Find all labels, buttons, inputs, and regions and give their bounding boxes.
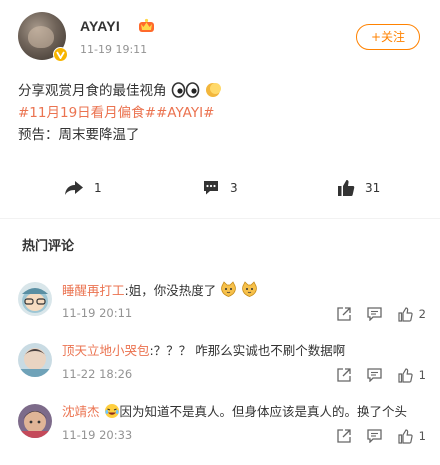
commenter-name[interactable]: 顶天立地小哭包 [62, 343, 150, 358]
post-text: 预告：周末要降温了 [18, 127, 140, 143]
laughing-emoji-icon [104, 404, 119, 418]
level-crown-icon [139, 18, 154, 32]
comment-button[interactable]: 3 [202, 175, 238, 201]
action-bar: 1 3 31 [0, 175, 440, 201]
comment-actions: 2 [321, 305, 426, 323]
comment-actions: 1 [321, 366, 426, 384]
comment-item: 顶天立地小哭包:？？？ 咋那么实诚也不刷个数据啊 11-22 18:26 1 [0, 341, 440, 401]
like-icon [398, 428, 413, 444]
cat-emoji-icon [242, 281, 257, 297]
topic-link[interactable]: #11月19日看月偏食##AYAYI# [18, 102, 422, 124]
post-time: 11-19 19:11 [80, 43, 148, 56]
comment-text: :？？？ 咋那么实诚也不刷个数据啊 [149, 343, 346, 358]
reply-button[interactable] [367, 368, 382, 382]
commenter-name[interactable]: 睡醒再打工 [62, 283, 125, 298]
repost-button[interactable]: 1 [64, 175, 102, 201]
share-icon [337, 429, 351, 443]
avatar[interactable] [18, 282, 52, 316]
like-icon [398, 367, 413, 383]
comment-like-button[interactable]: 2 [398, 306, 426, 322]
post-text: 分享观赏月食的最佳视角 [18, 83, 167, 99]
share-icon [337, 368, 351, 382]
like-icon [338, 180, 355, 196]
post-text-line: 分享观赏月食的最佳视角 [18, 80, 422, 102]
repost-icon [65, 181, 83, 195]
share-button[interactable] [337, 429, 351, 443]
comment-time: 11-22 18:26 [62, 367, 133, 381]
like-count: 31 [365, 181, 381, 195]
repost-count: 1 [94, 181, 102, 195]
like-icon [398, 306, 413, 322]
commenter-name[interactable]: 沈靖杰 [62, 404, 100, 419]
comment-like-count: 1 [418, 368, 426, 382]
comment-text: 因为知道不是真人。但身体应该是真人的。换了个头 [119, 404, 408, 419]
post-content: 分享观赏月食的最佳视角 #11月19日看月偏食##AYAYI# 预告：周末要降温… [18, 80, 422, 146]
comment-text-line: 睡醒再打工:姐，你没热度了 [62, 281, 258, 300]
vip-badge-icon [53, 47, 68, 62]
post-header: AYAYI 11-19 19:11 +关注 [18, 12, 422, 62]
cat-emoji-icon [221, 281, 237, 297]
comment-icon [367, 429, 382, 443]
hot-comments-title: 热门评论 [22, 239, 75, 254]
avatar[interactable] [18, 343, 52, 377]
comment-time: 11-19 20:33 [62, 428, 133, 442]
avatar[interactable] [18, 404, 52, 438]
moon-emoji-icon [206, 83, 222, 97]
username[interactable]: AYAYI [80, 18, 120, 34]
comment-icon [367, 368, 382, 382]
comment-text-line: 沈靖杰 因为知道不是真人。但身体应该是真人的。换了个头 [62, 403, 407, 421]
comment-like-count: 1 [418, 429, 426, 443]
reply-button[interactable] [367, 307, 382, 321]
share-button[interactable] [337, 307, 351, 321]
comment-text-line: 顶天立地小哭包:？？？ 咋那么实诚也不刷个数据啊 [62, 342, 345, 360]
reply-button[interactable] [367, 429, 382, 443]
comment-item: 睡醒再打工:姐，你没热度了 11-19 20:11 2 [0, 280, 440, 340]
share-icon [337, 307, 351, 321]
comment-like-button[interactable]: 1 [398, 428, 426, 444]
comment-like-count: 2 [418, 307, 426, 321]
comment-time: 11-19 20:11 [62, 306, 133, 320]
comment-like-button[interactable]: 1 [398, 367, 426, 383]
eyes-emoji-icon [171, 82, 200, 98]
comment-text: :姐，你没热度了 [124, 283, 217, 298]
share-button[interactable] [337, 368, 351, 382]
like-button[interactable]: 31 [337, 175, 380, 201]
comment-icon [204, 181, 218, 195]
comment-item: 沈靖杰 因为知道不是真人。但身体应该是真人的。换了个头 11-19 20:33 [0, 402, 440, 462]
comment-actions: 1 [321, 427, 426, 445]
follow-button[interactable]: +关注 [356, 24, 420, 50]
comment-icon [367, 307, 382, 321]
divider [0, 218, 440, 219]
comment-count: 3 [230, 181, 238, 195]
